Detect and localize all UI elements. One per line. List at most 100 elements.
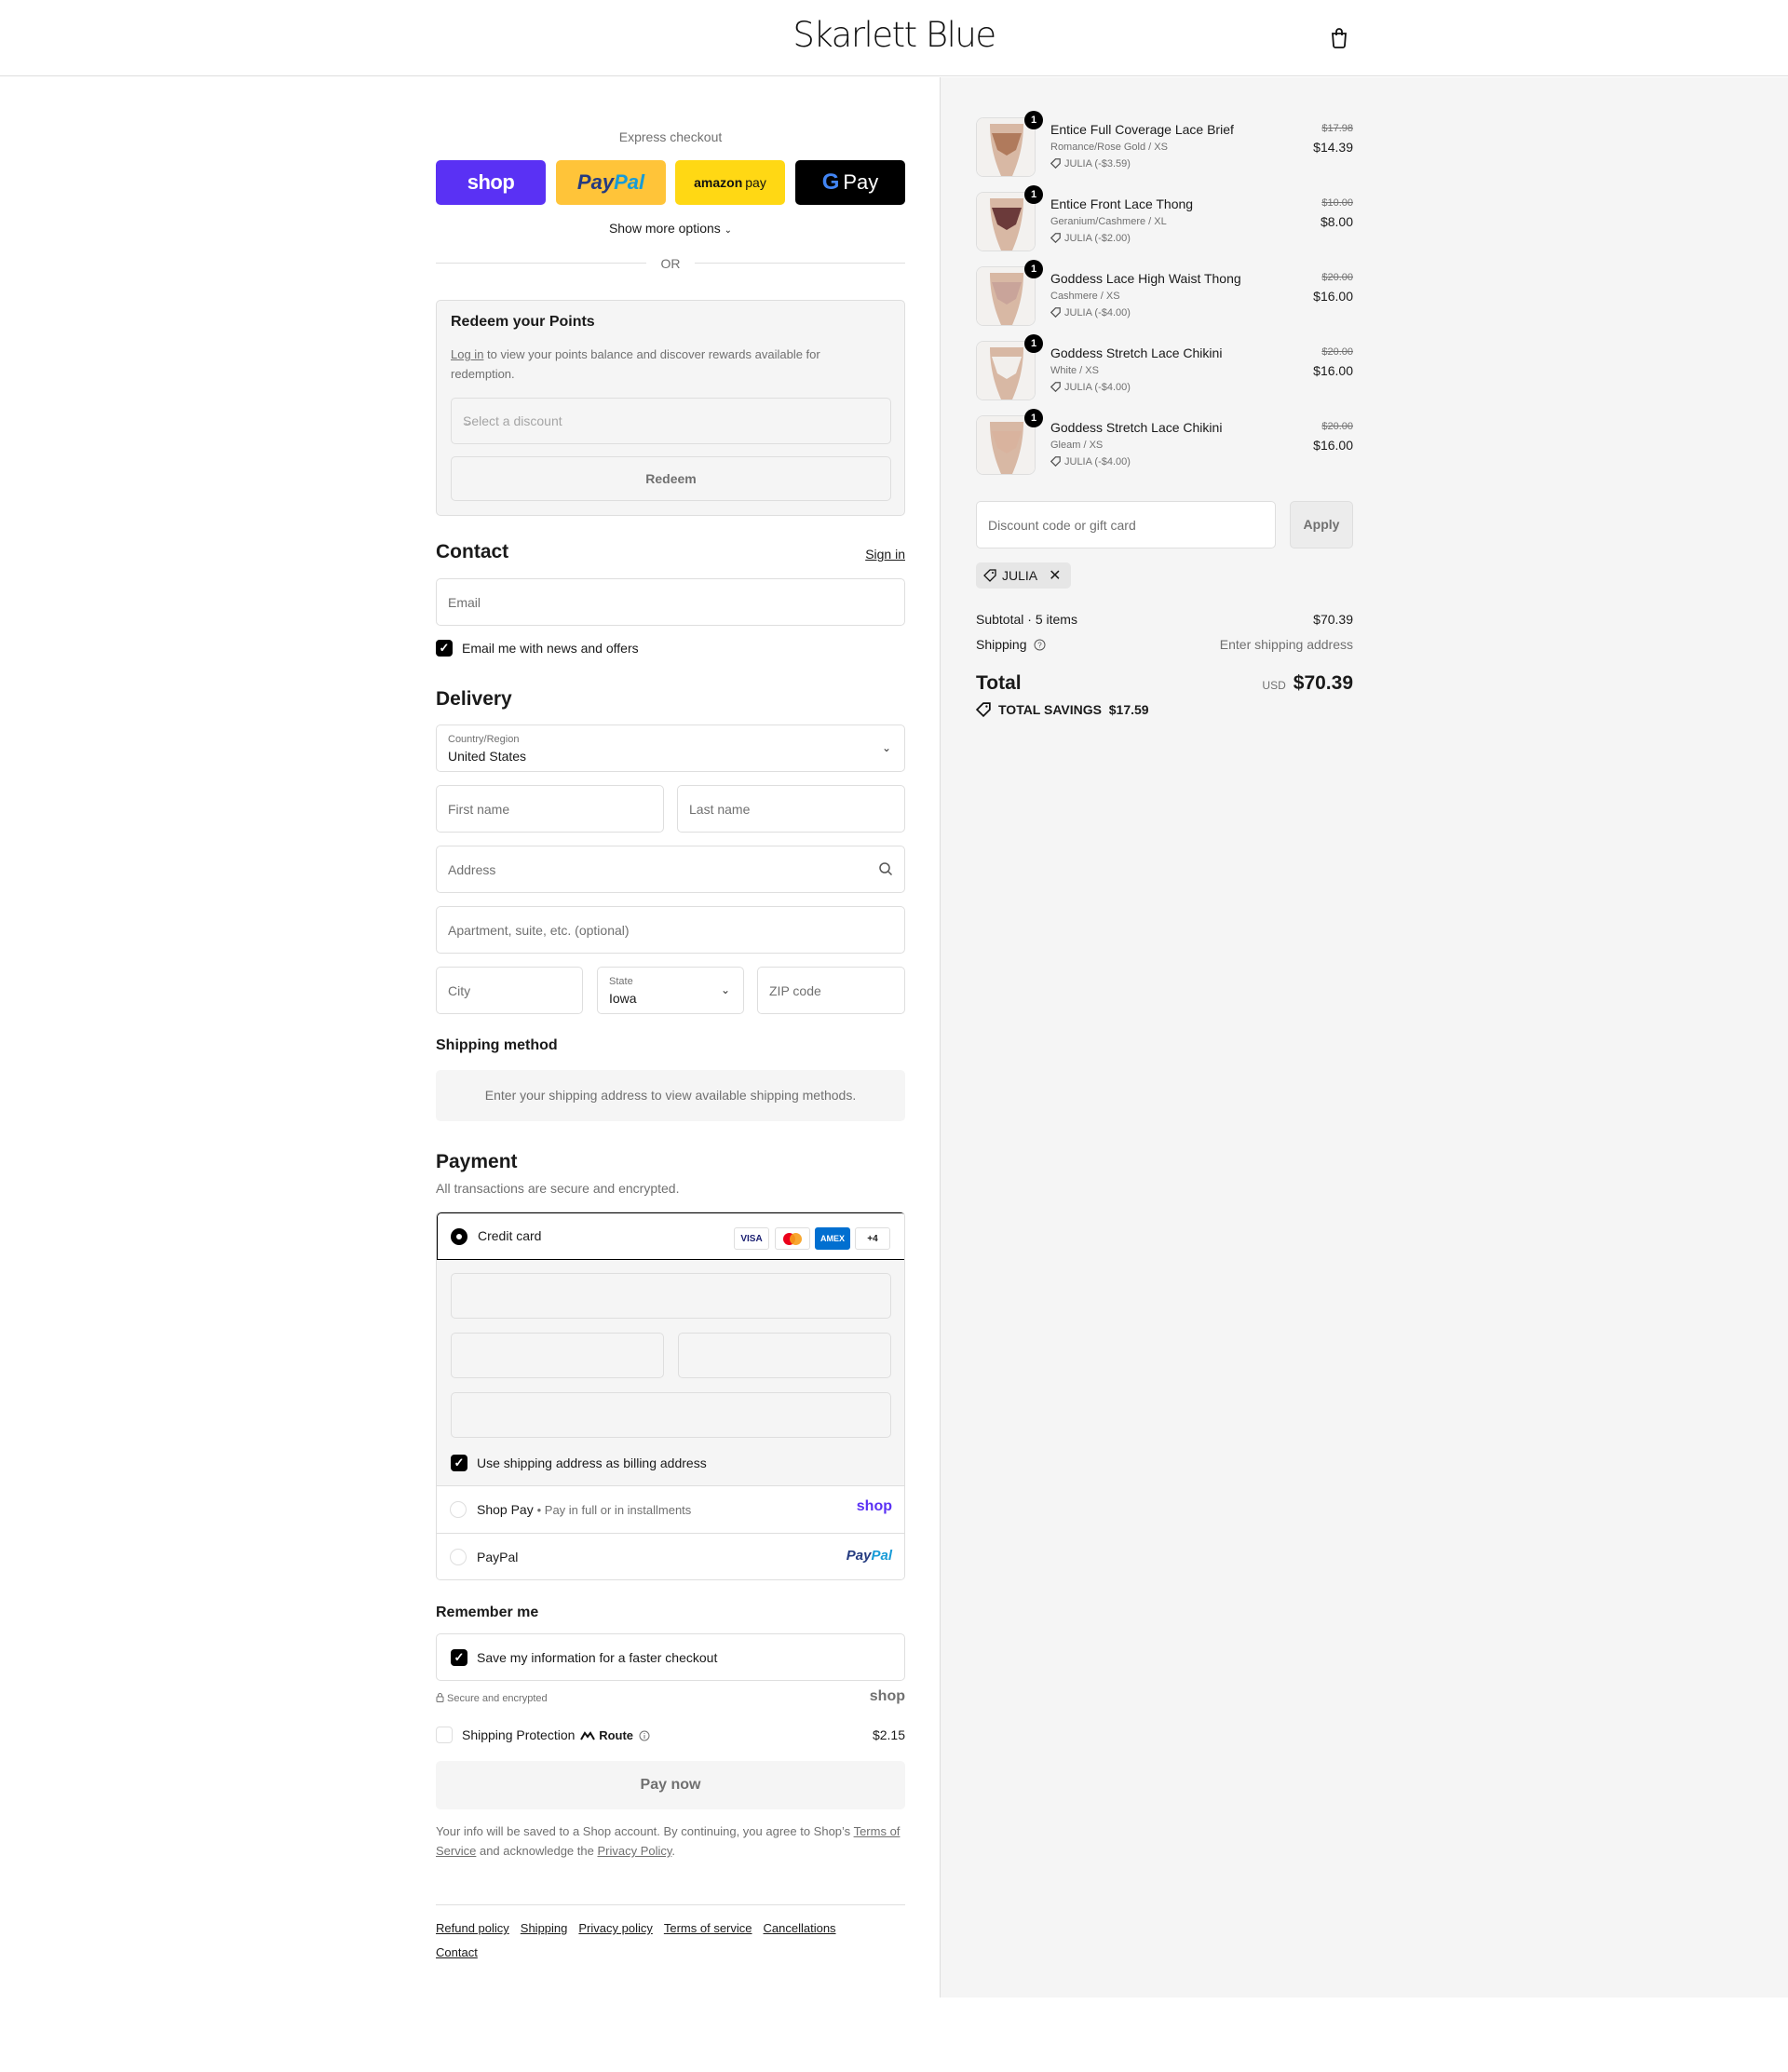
cancellations-link[interactable]: Cancellations: [764, 1921, 836, 1935]
zip-field[interactable]: ZIP code: [757, 967, 905, 1014]
terms-of-service-link[interactable]: Terms of service: [664, 1921, 752, 1935]
pay-now-button[interactable]: Pay now: [436, 1761, 905, 1809]
product-discount: JULIA (-$4.00): [1050, 456, 1131, 467]
card-cvv-field[interactable]: [678, 1333, 891, 1378]
card-number-field[interactable]: [451, 1273, 891, 1319]
paypal-label: PayPal: [477, 1550, 519, 1564]
shopping-bag-icon[interactable]: [1329, 26, 1349, 48]
tag-icon: [1050, 382, 1061, 393]
show-more-options-link[interactable]: Show more options ⌄: [436, 221, 905, 236]
login-link[interactable]: Log in: [451, 347, 483, 361]
shipping-method-title: Shipping method: [436, 1037, 558, 1053]
amazon-pay-button[interactable]: amazon pay: [675, 160, 785, 205]
card-name-field[interactable]: [451, 1392, 891, 1438]
product-name: Goddess Stretch Lace Chikini: [1050, 420, 1223, 435]
footer-links: Refund policy Shipping Privacy policy Terms…: [436, 1916, 905, 1965]
secure-note: Secure and encrypted: [436, 1693, 548, 1704]
product-discount: JULIA (-$2.00): [1050, 233, 1131, 244]
tag-icon: [983, 569, 996, 582]
google-pay-button[interactable]: G Pay: [795, 160, 905, 205]
paypal-radio[interactable]: [450, 1549, 467, 1565]
first-name-field[interactable]: First name: [436, 785, 664, 833]
brand-logo[interactable]: Skarlett Blue: [0, 15, 1788, 55]
shipping-protection-checkbox[interactable]: [436, 1727, 453, 1743]
product-variant: Romance/Rose Gold / XS: [1050, 142, 1168, 153]
shipping-link[interactable]: Shipping: [521, 1921, 568, 1935]
shop-logo: shop: [869, 1688, 905, 1704]
city-field[interactable]: City: [436, 967, 583, 1014]
visa-icon: VISA: [734, 1227, 769, 1250]
amazon-pay-logo: amazon pay: [694, 175, 766, 190]
info-icon[interactable]: [639, 1730, 650, 1741]
redeem-description: Log in to view your points balance and d…: [451, 347, 820, 381]
quantity-badge: 1: [1024, 111, 1043, 129]
product-variant: Gleam / XS: [1050, 440, 1104, 451]
shop-pay-radio[interactable]: [450, 1501, 467, 1518]
paypal-logo: PayPal: [846, 1548, 892, 1564]
cart-item: 1 Goddess Stretch Lace Chikini White / XS J…: [976, 334, 1353, 402]
remove-discount-icon[interactable]: ✕: [1049, 566, 1061, 585]
privacy-link[interactable]: Privacy Policy: [597, 1844, 671, 1858]
discount-select[interactable]: Select a discount ⌄: [451, 398, 891, 444]
email-field[interactable]: Email: [436, 578, 905, 626]
shop-pay-logo: shop: [467, 170, 515, 194]
more-cards-badge: +4: [855, 1227, 890, 1250]
save-info-checkbox[interactable]: ✓: [451, 1649, 467, 1666]
product-name: Entice Front Lace Thong: [1050, 196, 1194, 211]
product-discount: JULIA (-$3.59): [1050, 158, 1131, 169]
state-select[interactable]: State Iowa ⌄: [597, 967, 744, 1014]
shop-pay-button[interactable]: shop: [436, 160, 546, 205]
original-price: $10.00: [1321, 197, 1353, 209]
newsletter-checkbox[interactable]: ✓: [436, 640, 453, 657]
shop-pay-option[interactable]: Shop Pay • Pay in full or in installment…: [437, 1486, 904, 1533]
product-discount: JULIA (-$4.00): [1050, 307, 1131, 318]
discounted-price: $16.00: [1313, 438, 1353, 453]
card-expiry-field[interactable]: [451, 1333, 664, 1378]
contact-title: Contact: [436, 541, 509, 562]
discounted-price: $8.00: [1320, 214, 1353, 229]
quantity-badge: 1: [1024, 409, 1043, 427]
chevron-down-icon: ⌄: [724, 225, 733, 236]
refund-policy-link[interactable]: Refund policy: [436, 1921, 509, 1935]
discounted-price: $16.00: [1313, 363, 1353, 378]
credit-card-radio[interactable]: [451, 1228, 467, 1245]
credit-card-option[interactable]: Credit card VISA AMEX +4: [437, 1212, 904, 1260]
paypal-option[interactable]: PayPal PayPal: [437, 1533, 904, 1579]
subtotal-row: Subtotal · 5 items $70.39: [976, 612, 1353, 627]
site-header: Skarlett Blue: [0, 0, 1788, 76]
sign-in-link[interactable]: Sign in: [865, 547, 905, 562]
amex-icon: AMEX: [815, 1227, 850, 1250]
chevron-down-icon: ⌄: [881, 741, 891, 754]
discounted-price: $14.39: [1313, 140, 1353, 155]
paypal-logo: PayPal: [576, 170, 645, 194]
quantity-badge: 1: [1024, 185, 1043, 204]
tag-icon: [1050, 233, 1061, 244]
remember-me-box: ✓ Save my information for a faster check…: [436, 1633, 905, 1681]
contact-link[interactable]: Contact: [436, 1945, 478, 1959]
shipping-protection-price: $2.15: [872, 1727, 905, 1742]
discount-code-input[interactable]: Discount code or gift card: [976, 501, 1276, 548]
product-variant: Cashmere / XS: [1050, 291, 1120, 302]
search-icon: [879, 862, 893, 876]
apartment-field[interactable]: Apartment, suite, etc. (optional): [436, 906, 905, 954]
save-info-label: Save my information for a faster checkou…: [477, 1650, 718, 1665]
original-price: $20.00: [1321, 272, 1353, 283]
cart-item: 1 Goddess Stretch Lace Chikini Gleam / XS J…: [976, 409, 1353, 477]
redeem-button[interactable]: Redeem: [451, 456, 891, 501]
paypal-button[interactable]: PayPal: [556, 160, 666, 205]
privacy-policy-link[interactable]: Privacy policy: [578, 1921, 652, 1935]
address-field[interactable]: Address: [436, 846, 905, 893]
apply-button[interactable]: Apply: [1290, 501, 1353, 548]
product-name: Goddess Stretch Lace Chikini: [1050, 345, 1223, 360]
credit-card-label: Credit card: [478, 1228, 542, 1243]
payment-subtitle: All transactions are secure and encrypte…: [436, 1181, 680, 1196]
original-price: $20.00: [1321, 421, 1353, 432]
country-select[interactable]: Country/Region United States ⌄: [436, 725, 905, 772]
help-icon[interactable]: ?: [1034, 639, 1046, 651]
or-divider: OR: [436, 256, 905, 271]
last-name-field[interactable]: Last name: [677, 785, 905, 833]
billing-checkbox[interactable]: ✓: [451, 1455, 467, 1471]
original-price: $20.00: [1321, 346, 1353, 358]
tag-icon: [1050, 158, 1061, 169]
cart-item: 1 Entice Full Coverage Lace Brief Romance/…: [976, 111, 1353, 179]
